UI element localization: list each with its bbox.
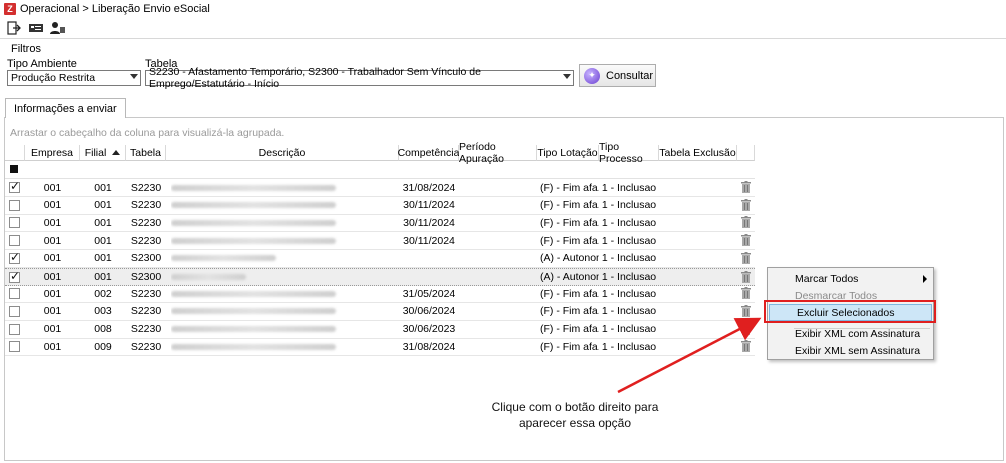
annotation-arrow-icon	[617, 317, 762, 394]
annotation-note: Clique com o botão direito para aparecer…	[470, 399, 680, 431]
annotation-line: Clique com o botão direito para	[491, 400, 659, 414]
annotation-line: aparecer essa opção	[518, 416, 632, 430]
